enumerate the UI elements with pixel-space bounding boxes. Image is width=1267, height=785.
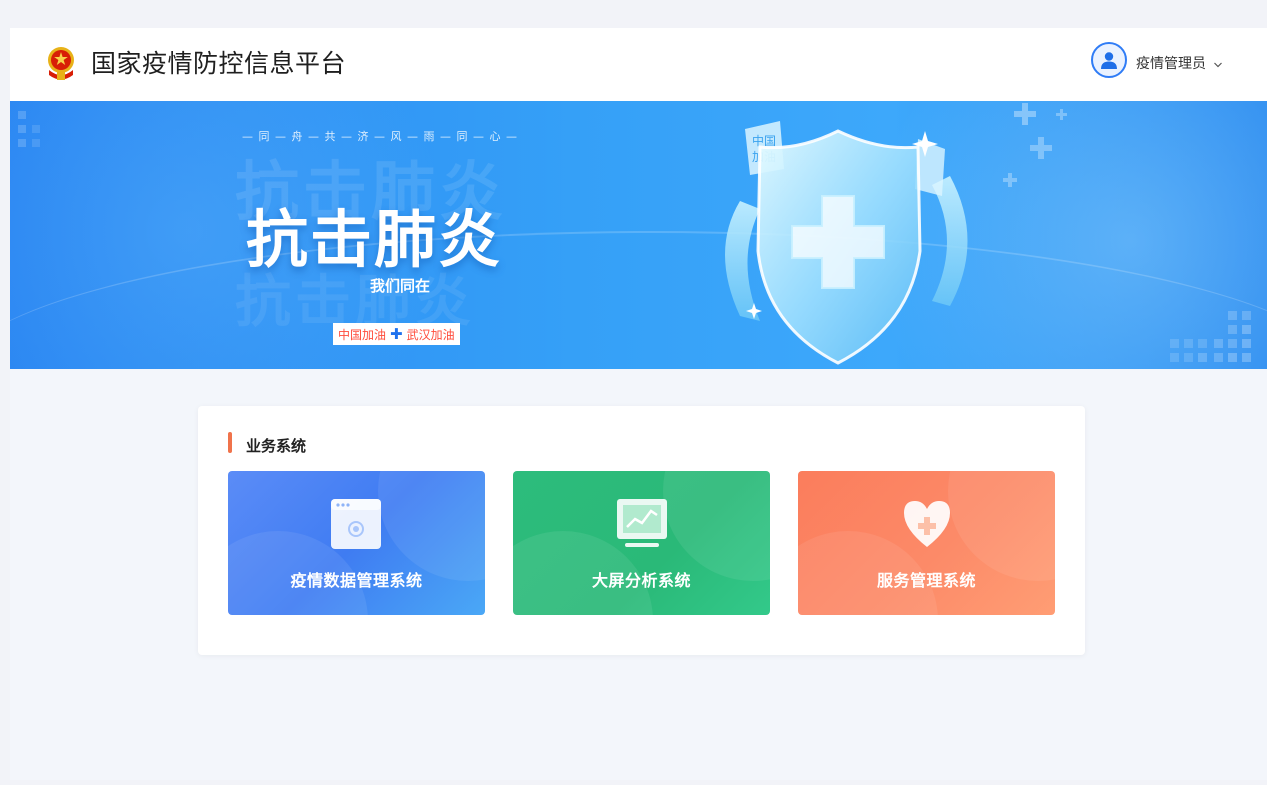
banner-tag-left: 中国加油 [338, 327, 387, 342]
tile-decoration [948, 471, 1055, 581]
pixel-decoration-icon [18, 111, 40, 147]
plus-sparkle-icon [1003, 103, 1067, 187]
page-frame: 国家疫情防控信息平台 疫情管理员 — 同 — 舟 — 共 — 济 — 风 — 雨… [10, 28, 1267, 780]
tile-decoration [378, 471, 485, 581]
section-marker [228, 432, 232, 453]
section-title: 业务系统 [246, 437, 307, 455]
app-title: 国家疫情防控信息平台 [91, 49, 347, 78]
pixel-decoration-icon [1170, 311, 1251, 362]
plus-icon: ✚ [390, 325, 403, 343]
user-name[interactable]: 疫情管理员 [1136, 53, 1206, 73]
tile-big-screen-analysis[interactable]: 大屏分析系统 [513, 471, 770, 615]
banner-headline: 抗击肺炎 [246, 203, 503, 276]
business-systems-card: 业务系统 疫情数据管理系统 大屏分析系统 服务管理系统 [198, 406, 1085, 655]
shield-illustration: 中国 加油 [700, 101, 1000, 369]
chevron-down-icon[interactable] [1213, 55, 1223, 68]
monitor-chart-icon [615, 495, 669, 553]
tile-label: 服务管理系统 [876, 571, 976, 590]
tile-decoration [663, 471, 770, 581]
browser-window-icon [330, 495, 384, 553]
tile-epidemic-data-system[interactable]: 疫情数据管理系统 [228, 471, 485, 615]
banner-tag-right: 武汉加油 [406, 327, 455, 342]
shield-note: 中国 [752, 133, 776, 148]
banner-subtitle: 我们同在 [370, 277, 431, 295]
tile-service-management[interactable]: 服务管理系统 [798, 471, 1055, 615]
tile-label: 大屏分析系统 [591, 571, 691, 590]
top-header: 国家疫情防控信息平台 疫情管理员 [10, 28, 1267, 101]
national-emblem-icon [46, 44, 76, 84]
tile-label: 疫情数据管理系统 [290, 571, 423, 590]
banner-tag: 中国加油 ✚ 武汉加油 [333, 323, 460, 345]
heart-plus-icon [900, 495, 954, 553]
user-avatar-icon[interactable] [1091, 42, 1127, 78]
hero-banner: — 同 — 舟 — 共 — 济 — 风 — 雨 — 同 — 心 — 抗击肺炎 抗… [10, 101, 1267, 369]
